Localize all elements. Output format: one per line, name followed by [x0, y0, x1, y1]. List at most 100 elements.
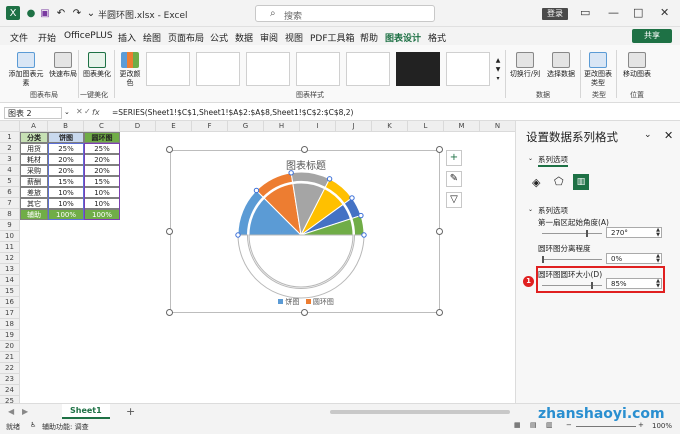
maximize-icon[interactable]: □	[633, 6, 643, 19]
row-header[interactable]: 6	[0, 187, 20, 198]
chart-style-7[interactable]	[446, 52, 490, 86]
row-header[interactable]: 17	[0, 308, 20, 319]
row-header[interactable]: 5	[0, 176, 20, 187]
resize-handle[interactable]	[166, 309, 173, 316]
series-point-handle[interactable]	[349, 195, 355, 201]
row-header[interactable]: 15	[0, 286, 20, 297]
horizontal-scrollbar[interactable]	[330, 410, 510, 414]
move-chart-button[interactable]: 移动图表	[620, 52, 654, 79]
chevron-down-icon[interactable]: ⌄	[84, 6, 98, 20]
column-header[interactable]: E	[156, 121, 192, 132]
chart-styles-brush-icon[interactable]: ✎	[446, 171, 462, 187]
tab-formulas[interactable]: 公式	[210, 31, 228, 44]
series-point-handle[interactable]	[253, 187, 260, 194]
series-point-handle[interactable]	[326, 176, 333, 182]
column-header[interactable]: D	[120, 121, 156, 132]
table-header-cell[interactable]: 圆环图	[84, 132, 120, 143]
tab-officeplus[interactable]: OfficePLUS	[64, 31, 113, 41]
resize-handle[interactable]	[166, 146, 173, 153]
tab-data[interactable]: 数据	[235, 31, 253, 44]
column-header[interactable]: F	[192, 121, 228, 132]
add-sheet-button[interactable]: +	[126, 405, 135, 418]
series-point-handle[interactable]	[361, 232, 367, 238]
tab-chart-design[interactable]: 图表设计	[385, 31, 422, 47]
column-header[interactable]: A	[20, 121, 48, 132]
enter-icon[interactable]: ✓	[84, 107, 91, 116]
accessibility-icon[interactable]: ♿	[30, 421, 36, 429]
column-header[interactable]: C	[84, 121, 120, 132]
row-header[interactable]: 19	[0, 330, 20, 341]
row-header[interactable]: 10	[0, 231, 20, 242]
zoom-slider[interactable]	[576, 426, 636, 427]
redo-icon[interactable]: ↷	[70, 6, 84, 20]
row-header[interactable]: 18	[0, 319, 20, 330]
chevron-down-icon[interactable]: ⌄	[528, 206, 533, 213]
switch-row-col-button[interactable]: 切换行/列	[508, 52, 542, 79]
row-header[interactable]: 9	[0, 220, 20, 231]
page-layout-icon[interactable]: ▤	[530, 421, 537, 429]
ribbon-display-icon[interactable]: ▭	[580, 6, 590, 19]
select-data-button[interactable]: 选择数据	[544, 52, 578, 79]
tab-draw[interactable]: 绘图	[143, 31, 161, 44]
row-header[interactable]: 11	[0, 242, 20, 253]
row-header[interactable]: 23	[0, 374, 20, 385]
row-header[interactable]: 3	[0, 154, 20, 165]
zoom-in-icon[interactable]: +	[638, 421, 644, 429]
chart-beautify-button[interactable]: 图表美化	[82, 52, 112, 79]
column-header[interactable]: K	[372, 121, 408, 132]
row-header[interactable]: 8	[0, 209, 20, 220]
select-all-corner[interactable]	[0, 121, 20, 132]
chart-style-4[interactable]	[296, 52, 340, 86]
spin-icon[interactable]: ▲ ▼	[656, 228, 660, 238]
page-break-icon[interactable]: ▥	[546, 421, 553, 429]
chart-filter-icon[interactable]: ▽	[446, 192, 462, 208]
table-header-cell[interactable]: 分类	[20, 132, 48, 143]
column-header[interactable]: H	[264, 121, 300, 132]
share-button[interactable]: 共享	[632, 29, 672, 43]
close-icon[interactable]: ✕	[660, 6, 669, 19]
tab-review[interactable]: 审阅	[260, 31, 278, 44]
table-cell[interactable]: 采购	[20, 165, 48, 176]
row-header[interactable]: 1	[0, 132, 20, 143]
sheet-prev-icon[interactable]: ◀	[8, 407, 14, 416]
change-chart-type-button[interactable]: 更改图表类型	[583, 52, 613, 88]
resize-handle[interactable]	[436, 228, 443, 235]
name-box-dropdown-icon[interactable]: ⌄	[64, 108, 70, 116]
quick-layout-button[interactable]: 快速布局	[48, 52, 78, 79]
chart-style-6[interactable]	[396, 52, 440, 86]
pane-options-chevron-icon[interactable]: ⌄	[644, 130, 652, 140]
status-accessibility[interactable]: 辅助功能: 调查	[42, 422, 89, 432]
chart-plot[interactable]	[171, 151, 441, 311]
tab-view[interactable]: 视图	[285, 31, 303, 44]
save-icon[interactable]: ▣	[38, 6, 52, 20]
chart-area[interactable]: 图表标题 饼图 圆环图	[170, 150, 440, 313]
table-cell[interactable]: 其它	[20, 198, 48, 209]
chart-legend[interactable]: 饼图 圆环图	[171, 297, 441, 307]
name-box[interactable]: 图表 2	[4, 107, 62, 119]
slider-thumb[interactable]	[585, 230, 588, 237]
fill-line-icon[interactable]: ◈	[532, 176, 540, 189]
series-options-icon[interactable]: ▥	[573, 174, 589, 190]
table-cell[interactable]: 用货	[20, 143, 48, 154]
resize-handle[interactable]	[436, 309, 443, 316]
formula-input[interactable]: =SERIES(Sheet1!$C$1,Sheet1!$A$2:$A$8,She…	[112, 108, 353, 117]
add-chart-element-button[interactable]: 添加图表元素	[8, 52, 44, 88]
table-cell[interactable]: 差旅	[20, 187, 48, 198]
row-header[interactable]: 16	[0, 297, 20, 308]
column-header[interactable]: G	[228, 121, 264, 132]
series-point-handle[interactable]	[235, 232, 241, 238]
search-box[interactable]: ⌕ 搜索	[255, 5, 435, 22]
resize-handle[interactable]	[301, 309, 308, 316]
row-header[interactable]: 20	[0, 341, 20, 352]
row-header[interactable]: 13	[0, 264, 20, 275]
resize-handle[interactable]	[166, 228, 173, 235]
cancel-icon[interactable]: ✕	[76, 107, 83, 116]
slider-thumb[interactable]	[542, 256, 544, 263]
zoom-out-icon[interactable]: −	[566, 421, 572, 429]
series-options-tab[interactable]: 系列选项	[538, 154, 568, 167]
row-header[interactable]: 7	[0, 198, 20, 209]
resize-handle[interactable]	[436, 146, 443, 153]
autosave-icon[interactable]: ●	[24, 6, 38, 20]
row-header[interactable]: 4	[0, 165, 20, 176]
row-header[interactable]: 14	[0, 275, 20, 286]
